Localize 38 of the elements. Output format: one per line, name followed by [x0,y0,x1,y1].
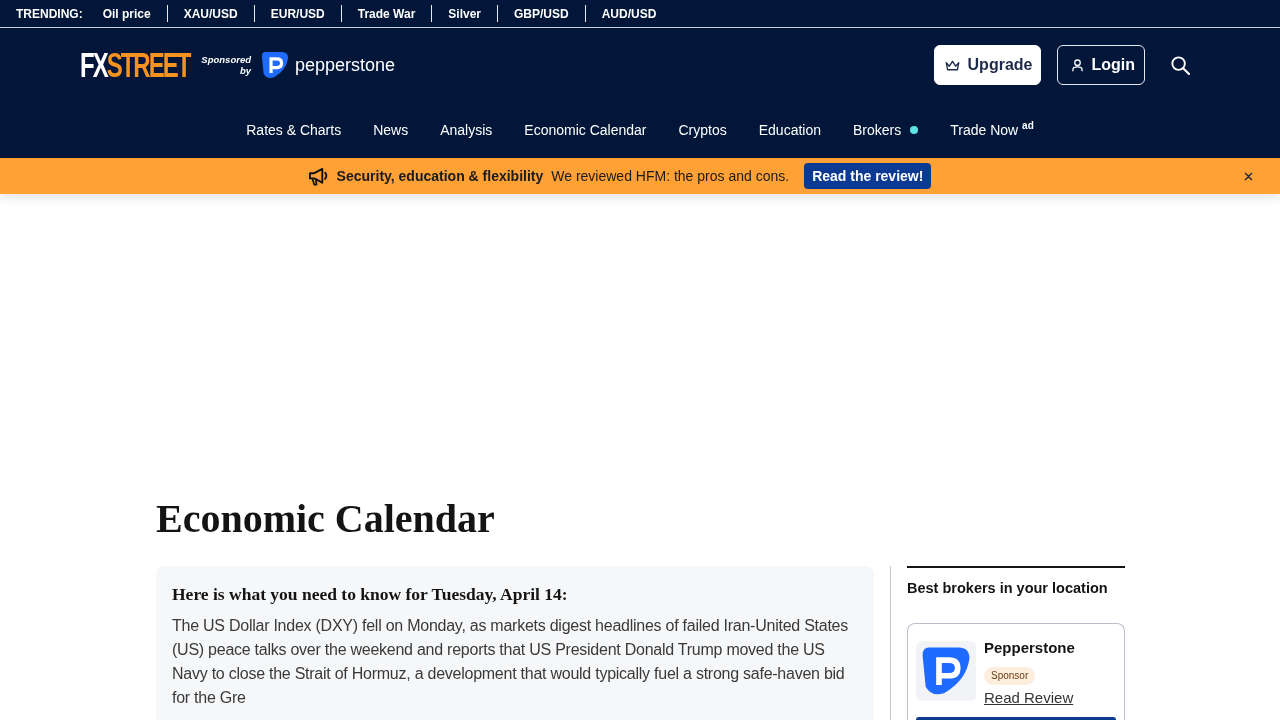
promo-text: We reviewed HFM: the pros and cons. [551,168,790,184]
trending-link[interactable]: Oil price [102,6,151,21]
user-icon [1072,58,1084,72]
trending-link[interactable]: AUD/USD [601,6,657,21]
trending-link[interactable]: Trade War [357,6,416,21]
crown-icon [944,59,960,71]
sidebar-title: Best brokers in your location [907,579,1108,598]
nav-link[interactable]: Analysis [440,122,493,138]
summary-heading: Here is what you need to know for Tuesday, April 14: [172,583,568,606]
trending-label: TRENDING: [16,6,83,21]
promo-title: Security, education & flexibility [336,168,544,184]
trending-link[interactable]: GBP/USD [514,6,569,21]
nav-link[interactable]: Education [758,122,821,138]
search-icon[interactable] [1171,55,1190,75]
megaphone-icon [307,166,329,186]
sponsored-label: Sponsored by [201,54,251,76]
nav-link[interactable]: Brokers [853,122,919,138]
nav-link[interactable]: Economic Calendar [524,122,647,138]
upgrade-button[interactable]: Upgrade [933,45,1042,85]
read-review-link[interactable]: Read Review [984,688,1074,708]
broker-name: Pepperstone [984,638,1075,658]
nav-link[interactable]: Rates & Charts [246,122,342,138]
close-icon[interactable] [1244,171,1253,181]
review-button[interactable]: Read the review! [804,163,932,189]
broker-logo-icon [916,641,976,701]
sponsor-badge: Sponsor [984,667,1036,685]
sponsor-logo-icon [261,51,289,79]
nav-link[interactable]: Cryptos [678,122,727,138]
sponsor-name[interactable]: pepperstone [295,54,396,76]
site-logo[interactable]: FXSTREET [80,47,190,83]
trending-link[interactable]: EUR/USD [270,6,325,21]
login-button[interactable]: Login [1057,45,1145,85]
nav-link[interactable]: Trade Now $^{ad}$ [950,122,1034,138]
trending-link[interactable]: Silver [448,6,481,21]
trending-link[interactable]: XAU/USD [183,6,238,21]
page-title: Economic Calendar [156,496,495,542]
summary-text: The US Dollar Index (DXY) fell on Monday, as markets digest headlines of failed Iran-United States (US) peace talks over the weekend and reports that US President Donald Trump moved the US Navy to close the Strait of Hormuz, a development that would typically fuel a strong safe-haven bid for the Gre [172,616,849,708]
nav-link[interactable]: News [373,122,409,138]
